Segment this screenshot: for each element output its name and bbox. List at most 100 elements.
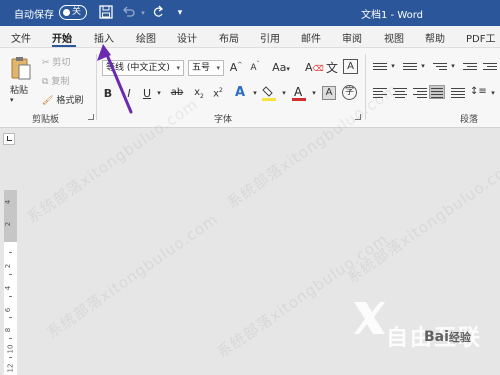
paintbrush-icon: 🖌 (42, 95, 54, 106)
change-case-icon[interactable]: Aa▾ (270, 61, 292, 74)
distributed-icon[interactable] (450, 86, 466, 100)
clipboard-icon (11, 57, 31, 80)
ribbon: 粘贴 ▾ ✂ 剪切 ⧉ 复制 🖌 格式刷 剪贴板 等线 (中文正文) ▾ 五号 … (0, 48, 500, 128)
tab-insert[interactable]: 插入 (94, 30, 114, 45)
tab-layout[interactable]: 布局 (219, 30, 239, 45)
ruler-tick (9, 317, 12, 318)
ruler-number: 2 (4, 221, 13, 227)
phonetic-guide-icon[interactable]: 文 (325, 59, 339, 76)
italic-icon[interactable]: I (122, 87, 136, 100)
ruler-number: 2 (4, 263, 13, 269)
baidu-tail: 经验 (448, 331, 471, 344)
redo-icon[interactable] (150, 5, 166, 21)
customize-toolbar-icon[interactable]: ▾ (172, 5, 188, 21)
paragraph-group-label: 段落 (460, 115, 479, 125)
baidu-text: Bai (424, 329, 449, 345)
cut-label: 剪切 (52, 58, 71, 68)
tab-file[interactable]: 文件 (11, 30, 31, 45)
clipboard-dialog-launcher[interactable] (88, 114, 94, 120)
undo-dropdown-icon[interactable]: ▾ (135, 5, 151, 21)
enclose-characters-icon[interactable]: 字 (342, 85, 357, 100)
ruler-number: 4 (4, 285, 13, 291)
superscript-icon[interactable]: x2 (211, 87, 225, 99)
paste-button[interactable]: 粘贴 (10, 56, 34, 96)
bullets-dropdown-icon[interactable]: ▾ (386, 62, 400, 70)
title-bar: 自动保存 关 ▾ ▾ 文档1 - Word (0, 0, 500, 26)
multilevel-dropdown-icon[interactable]: ▾ (446, 62, 460, 70)
format-painter-label: 格式刷 (56, 96, 84, 106)
tab-mailings[interactable]: 邮件 (301, 30, 321, 45)
underline-dropdown-icon[interactable]: ▾ (152, 89, 166, 97)
ruler-tick (9, 252, 12, 253)
character-border-icon[interactable]: A (343, 59, 358, 74)
watermark-text: 系统部落xitongbuluo.com (213, 229, 392, 362)
bold-icon[interactable]: B (101, 87, 115, 100)
group-separator (96, 54, 97, 120)
ruler-number: 4 (4, 199, 13, 205)
clear-formatting-icon[interactable]: A⌫ (305, 61, 324, 74)
font-name-value: 等线 (中文正文) (106, 63, 170, 73)
ruler-number: 10 (6, 344, 15, 354)
copy-label: 复制 (51, 77, 70, 87)
brand-logo-icon (354, 302, 385, 334)
svg-text:A: A (294, 85, 303, 99)
ruler-tab-selector[interactable] (3, 133, 15, 145)
toggle-state: 关 (72, 7, 82, 17)
format-painter-button[interactable]: 🖌 格式刷 (42, 93, 84, 107)
chevron-down-icon: ▾ (216, 64, 220, 72)
save-icon[interactable] (98, 5, 114, 21)
ruler-tick (9, 274, 12, 275)
ribbon-tab-bar: 文件 开始 插入 绘图 设计 布局 引用 邮件 审阅 视图 帮助 PDF工具 (0, 26, 500, 60)
autosave-label: 自动保存 (14, 10, 54, 21)
text-effects-dropdown-icon[interactable]: ▾ (248, 89, 262, 97)
ruler-tick (9, 338, 12, 339)
watermark-text: 系统部落xitongbuluo.com (43, 209, 222, 342)
text-effects-icon[interactable]: A (233, 85, 247, 100)
watermark-text: 系统部落xitongbuluo.com (343, 154, 500, 287)
shrink-font-icon[interactable]: Aˇ (248, 61, 262, 73)
tab-home[interactable]: 开始 (52, 30, 72, 45)
tab-review[interactable]: 审阅 (342, 30, 362, 45)
copy-icon: ⧉ (42, 76, 49, 87)
baidu-watermark: Bai经验 (424, 329, 471, 345)
active-tab-indicator (52, 45, 76, 47)
increase-indent-icon[interactable] (482, 61, 498, 75)
tab-help[interactable]: 帮助 (425, 30, 445, 45)
strikethrough-icon[interactable]: ab (170, 87, 184, 98)
ruler-tick (9, 296, 12, 297)
vertical-ruler: 4 2 2 4 6 8 10 12 (4, 190, 17, 375)
tab-design[interactable]: 设计 (177, 30, 197, 45)
font-color-dropdown-icon[interactable]: ▾ (307, 89, 321, 97)
line-spacing-icon[interactable]: ↕≡ (470, 86, 487, 97)
ruler-number: 6 (4, 307, 13, 313)
numbering-dropdown-icon[interactable]: ▾ (416, 62, 430, 70)
decrease-indent-icon[interactable] (462, 61, 478, 75)
font-size-select[interactable]: 五号 ▾ (188, 60, 224, 76)
chevron-down-icon: ▾ (176, 64, 180, 72)
ruler-number: 12 (6, 363, 15, 373)
highlight-icon[interactable] (262, 85, 276, 104)
ruler-margin-shade (4, 190, 17, 242)
document-title: 文档1 - Word (361, 10, 424, 21)
font-name-select[interactable]: 等线 (中文正文) ▾ (102, 60, 184, 76)
clipboard-group-label: 剪贴板 (32, 115, 60, 125)
font-color-icon[interactable]: A (292, 85, 306, 104)
grow-font-icon[interactable]: A^ (229, 61, 243, 74)
paste-dropdown-icon[interactable]: ▾ (10, 96, 14, 104)
highlight-dropdown-icon[interactable]: ▾ (277, 89, 291, 97)
ruler-number: 8 (4, 327, 13, 333)
ruler-tick (9, 357, 12, 358)
justify-icon[interactable] (429, 85, 445, 99)
font-size-value: 五号 (192, 63, 211, 73)
toggle-knob (63, 9, 70, 16)
copy-button[interactable]: ⧉ 复制 (42, 74, 70, 88)
character-shading-icon[interactable]: A (322, 86, 336, 100)
autosave-toggle[interactable]: 关 (59, 5, 87, 20)
tab-view[interactable]: 视图 (384, 30, 404, 45)
paste-label: 粘贴 (10, 86, 29, 96)
tab-references[interactable]: 引用 (260, 30, 280, 45)
align-right-icon[interactable] (412, 86, 428, 100)
line-spacing-dropdown-icon[interactable]: ▾ (486, 89, 500, 97)
cut-button[interactable]: ✂ 剪切 (42, 55, 71, 69)
tab-draw[interactable]: 绘图 (136, 30, 156, 45)
